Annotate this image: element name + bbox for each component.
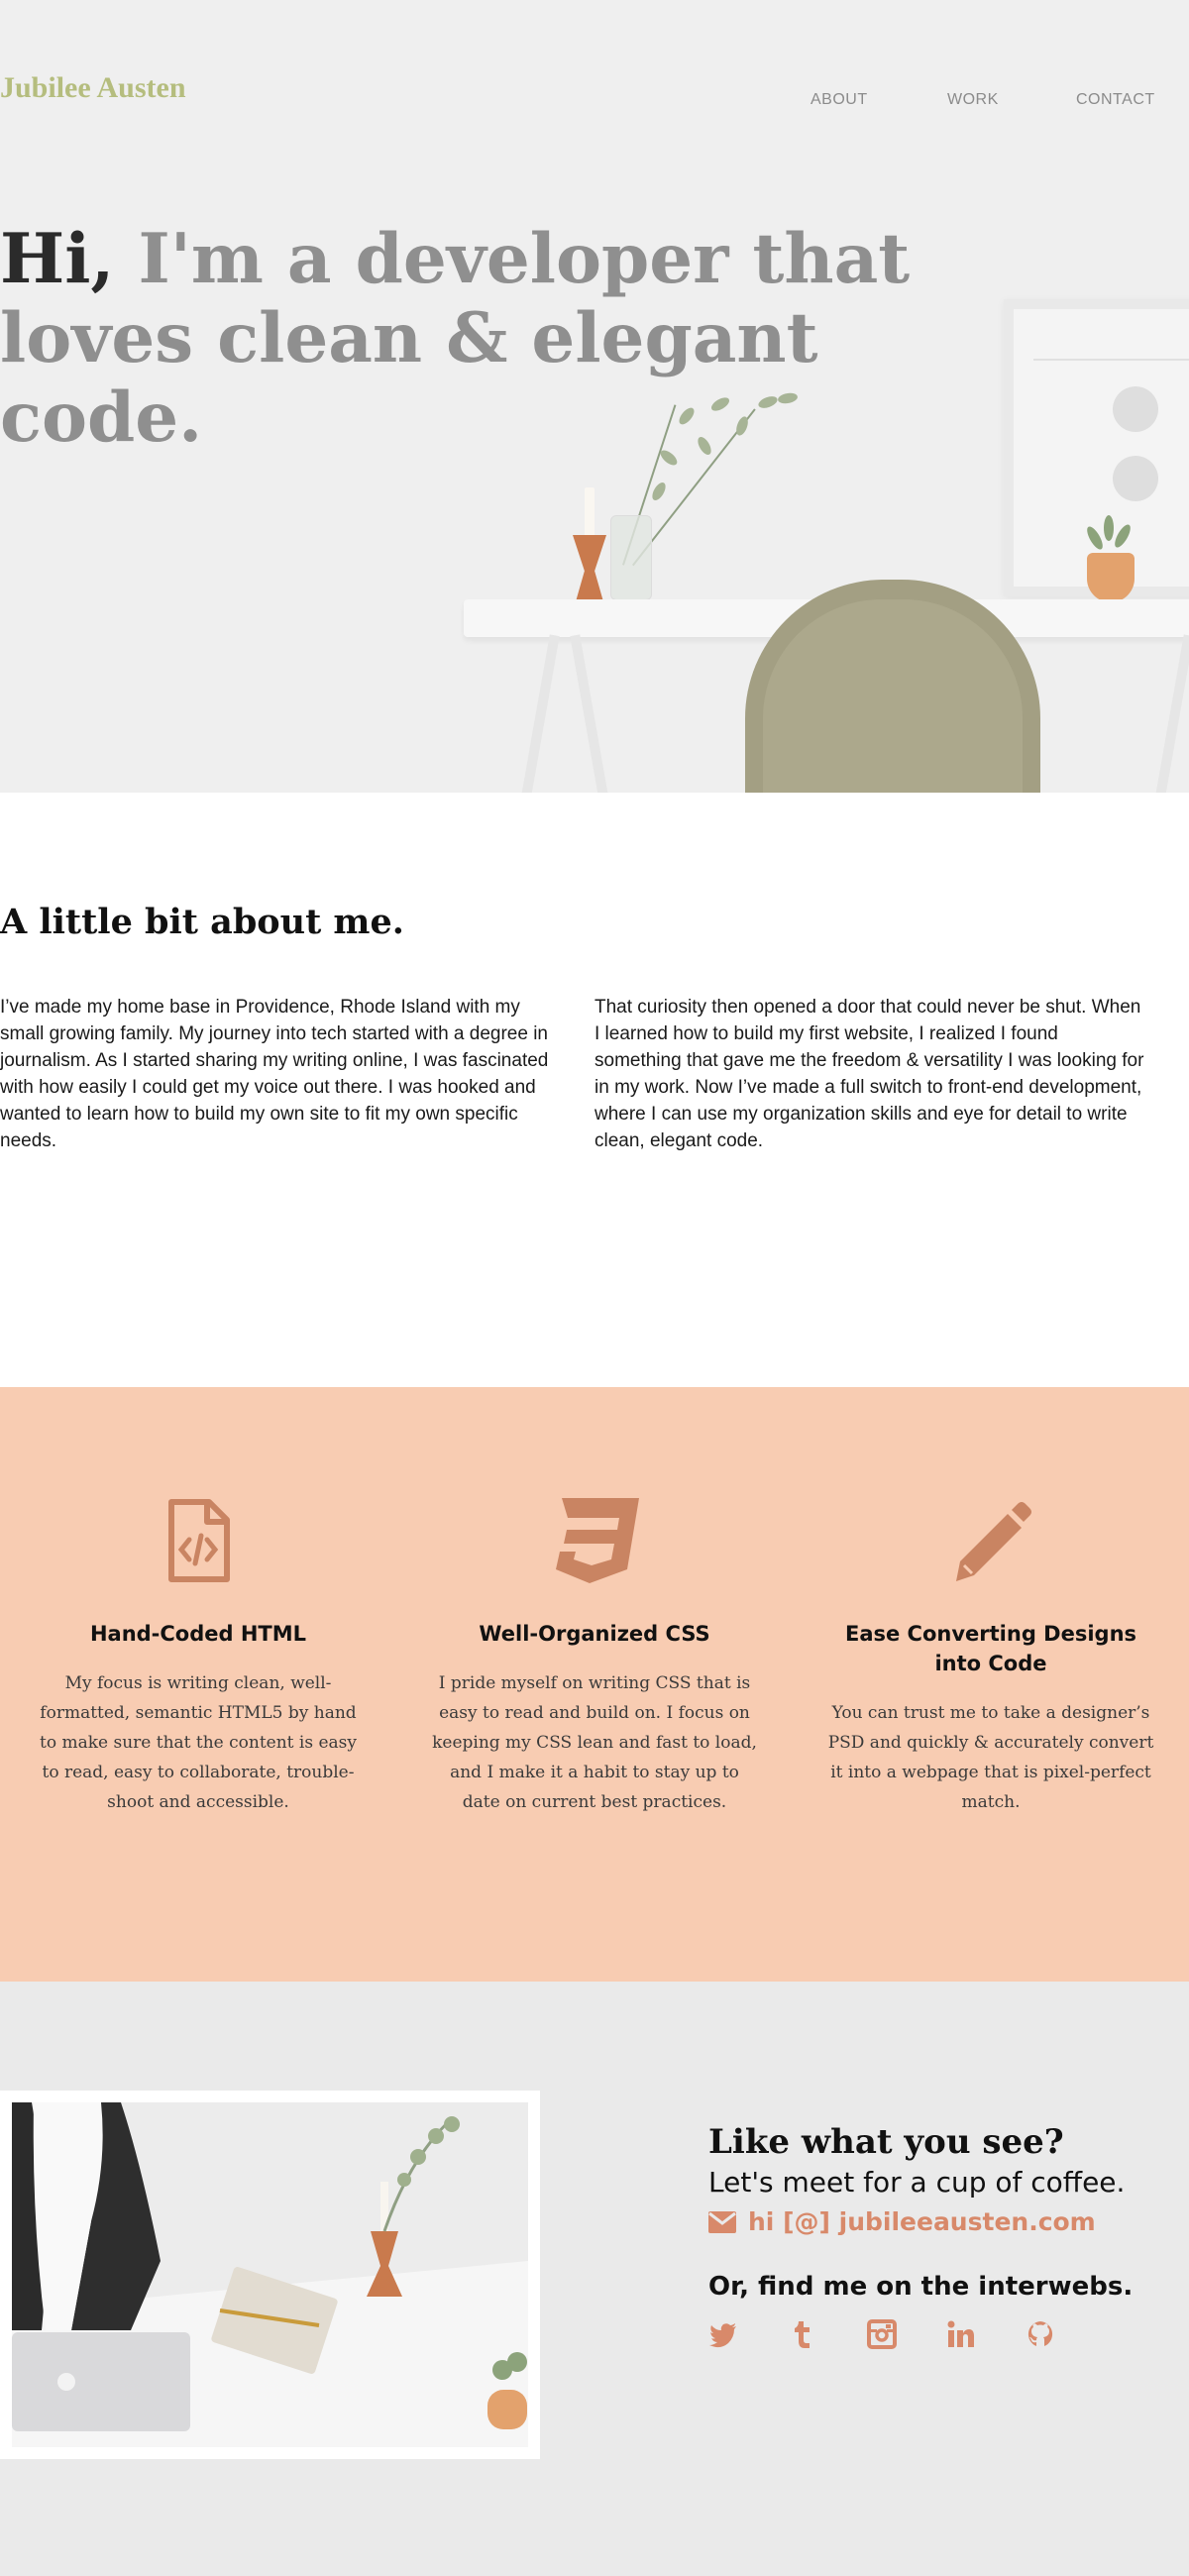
html-file-icon xyxy=(154,1496,243,1585)
glass-vase-illustration xyxy=(610,515,652,600)
skill-design: Ease Converting Designs into Code You ca… xyxy=(827,1496,1154,1817)
hero-section: Jubilee Austen ABOUT WORK CONTACT Hi, I'… xyxy=(0,0,1189,793)
skill-design-title: Ease Converting Designs into Code xyxy=(844,1622,1137,1675)
about-paragraph-2: That curiosity then opened a door that c… xyxy=(594,997,1144,1151)
skill-html-title: Hand-Coded HTML xyxy=(89,1622,307,1646)
contact-section: Like what you see? Let's meet for a cup … xyxy=(0,1982,1189,2576)
email-link[interactable]: hi [@] jubileeausten.com xyxy=(708,2207,1164,2236)
skill-css: Well-Organized CSS I pride myself on wri… xyxy=(431,1496,758,1817)
hero-line: I'm a developer that loves clean & elega… xyxy=(0,219,911,458)
contact-subtitle: Let's meet for a cup of coffee. xyxy=(708,2166,1126,2199)
nav-contact[interactable]: CONTACT xyxy=(1076,91,1155,109)
contact-title: Like what you see? xyxy=(708,2122,1064,2162)
skill-html: Hand-Coded HTML My focus is writing clea… xyxy=(35,1496,362,1817)
tumblr-icon[interactable] xyxy=(788,2319,817,2349)
hero-greeting: Hi, xyxy=(0,219,115,299)
wall-frame-illustration xyxy=(1004,299,1189,596)
nav-about[interactable]: ABOUT xyxy=(811,91,868,109)
workspace-photo xyxy=(0,2091,540,2459)
social-heading: Or, find me on the interwebs. xyxy=(708,2272,1134,2302)
linkedin-icon[interactable] xyxy=(946,2319,976,2349)
email-text[interactable]: hi [@] jubileeausten.com xyxy=(748,2207,1096,2236)
hero-headline: Hi, I'm a developer that loves clean & e… xyxy=(0,220,1030,458)
contact-block: Like what you see? Let's meet for a cup … xyxy=(708,2120,1164,2349)
copper-pot-illustration xyxy=(1087,553,1135,602)
css3-icon xyxy=(550,1496,639,1585)
main-nav: ABOUT WORK CONTACT xyxy=(0,91,1189,115)
github-icon[interactable] xyxy=(1026,2319,1055,2349)
nav-work[interactable]: WORK xyxy=(947,91,999,109)
skill-css-title: Well-Organized CSS xyxy=(479,1622,710,1646)
about-title: A little bit about me. xyxy=(0,902,404,942)
skills-section: Hand-Coded HTML My focus is writing clea… xyxy=(0,1387,1189,1982)
instagram-icon[interactable] xyxy=(867,2319,897,2349)
skill-html-text: My focus is writing clean, well-formatte… xyxy=(39,1673,358,1812)
candle-holder-illustration xyxy=(573,535,606,600)
pencil-icon xyxy=(946,1496,1035,1585)
about-paragraph-1: I’ve made my home base in Providence, Rh… xyxy=(0,997,549,1151)
twitter-icon[interactable] xyxy=(708,2319,738,2349)
skill-css-text: I pride myself on writing CSS that is ea… xyxy=(432,1673,757,1812)
social-links xyxy=(708,2319,1164,2349)
envelope-icon xyxy=(708,2210,736,2233)
skill-design-text: You can trust me to take a designer’s PS… xyxy=(827,1703,1154,1812)
candle-illustration xyxy=(585,487,594,537)
about-section: A little bit about me. I’ve made my home… xyxy=(0,793,1189,1387)
